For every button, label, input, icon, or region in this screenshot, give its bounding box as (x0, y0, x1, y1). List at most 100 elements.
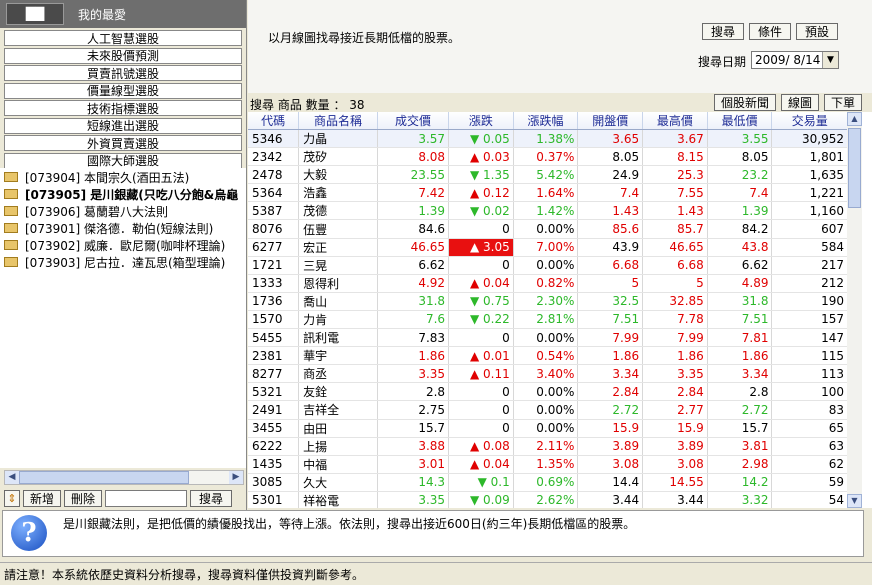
results-buttons: 個股新聞 線圖 下單 (714, 94, 862, 111)
tree-item[interactable]: [073903] 尼古拉．達瓦思(箱型理論) (0, 254, 246, 270)
tree-item[interactable]: [073901] 傑洛德．勒伯(短線法則) (0, 220, 246, 236)
table-row[interactable]: 5321 友銓 2.8 0 0.00% 2.84 2.84 2.8 100 (248, 382, 848, 402)
table-row[interactable]: 5301 祥裕電 3.35 ▼ 0.09 2.62% 3.44 3.44 3.32 54 (248, 491, 848, 508)
condition-button[interactable]: 條件 (749, 23, 791, 40)
change-value: ▼ 0.02 (469, 203, 510, 218)
table-row[interactable]: 2342 茂矽 8.08 ▲ 0.03 0.37% 8.05 8.15 8.05 1,801 (248, 147, 848, 167)
strategy-search-button[interactable]: 搜尋 (190, 489, 232, 507)
table-cell: 7.00% (513, 238, 579, 257)
table-row[interactable]: 2381 華宇 1.86 ▲ 0.01 0.54% 1.86 1.86 1.86 115 (248, 346, 848, 366)
table-cell: 7.42 (377, 183, 450, 203)
table-row[interactable]: 5387 茂德 1.39 ▼ 0.02 1.42% 1.43 1.43 1.39 1,160 (248, 201, 848, 221)
tree-item[interactable]: [073902] 威廉．歐尼爾(咖啡杯理論) (0, 237, 246, 253)
tree-item-label: [073902] 威廉．歐尼爾(咖啡杯理論) (25, 238, 226, 253)
table-vertical-scrollbar[interactable]: ▲ ▼ (847, 112, 862, 508)
scroll-up-arrow-icon[interactable]: ▲ (847, 112, 862, 126)
order-button[interactable]: 下單 (824, 94, 862, 111)
delete-button[interactable]: 刪除 (64, 489, 102, 507)
scroll-left-arrow-icon[interactable]: ◀ (5, 471, 19, 484)
table-row[interactable]: 6222 上揚 3.88 ▲ 0.08 2.11% 3.89 3.89 3.81 63 (248, 437, 848, 456)
category-list: 人工智慧選股 未來股價預測 買賣訊號選股 價量線型選股 技術指標選股 短線進出選股 外資買賣… (0, 28, 246, 169)
category-item[interactable]: 短線進出選股 (4, 117, 242, 134)
table-row[interactable]: 6277 宏正 46.65 ▲ 3.05 7.00% 43.9 46.65 43.8 584 (248, 238, 848, 257)
tab-favorites[interactable]: 我的最愛 (68, 2, 238, 26)
table-scroll-thumb[interactable] (848, 128, 861, 208)
sort-updown-icon[interactable]: ⇕ (4, 489, 20, 507)
tree-item[interactable]: [073905] 是川銀藏(只吃八分飽&烏龜 (0, 186, 246, 202)
table-cell: 訊利電 (298, 328, 378, 348)
table-cell: 0 (448, 382, 514, 402)
tree-item[interactable]: [073904] 本間宗久(酒田五法) (0, 169, 246, 185)
table-row[interactable]: 3455 由田 15.7 0 0.00% 15.9 15.9 15.7 65 (248, 419, 848, 438)
stock-news-button[interactable]: 個股新聞 (714, 94, 776, 111)
table-cell: 0 (448, 219, 514, 239)
left-bottom-toolbar: ⇕ 新增 刪除 搜尋 (4, 489, 244, 507)
tab-stock-selection[interactable]: ██ (6, 3, 64, 25)
tree-item[interactable]: [073906] 葛蘭碧八大法則 (0, 203, 246, 219)
table-cell: 2.84 (642, 382, 708, 402)
change-value: ▼ 0.22 (469, 312, 510, 327)
table-row[interactable]: 2491 吉祥全 2.75 0 0.00% 2.72 2.77 2.72 83 (248, 400, 848, 420)
table-row[interactable]: 1333 恩得利 4.92 ▲ 0.04 0.82% 5 5 4.89 212 (248, 274, 848, 293)
table-cell: 217 (771, 256, 848, 275)
table-cell: 1,801 (771, 147, 848, 167)
table-cell: 0.00% (513, 219, 579, 239)
column-header[interactable]: 交易量 (771, 112, 848, 130)
table-cell: 2342 (248, 147, 300, 167)
column-header[interactable]: 商品名稱 (298, 112, 378, 130)
table-cell: 0.00% (513, 256, 579, 275)
column-header[interactable]: 漲跌幅 (513, 112, 579, 130)
table-cell: 2.81% (513, 310, 579, 330)
table-cell: 1.86 (642, 346, 708, 366)
search-date-select[interactable]: 2009/ 8/14 ▼ (751, 51, 839, 69)
column-header[interactable]: 漲跌 (448, 112, 514, 130)
category-item[interactable]: 技術指標選股 (4, 100, 242, 116)
table-row[interactable]: 1721 三晃 6.62 0 0.00% 6.68 6.68 6.62 217 (248, 256, 848, 275)
category-item[interactable]: 未來股價預測 (4, 47, 242, 64)
category-item[interactable]: 外資買賣選股 (4, 135, 242, 151)
category-item[interactable]: 價量線型選股 (4, 82, 242, 99)
table-cell: 24.9 (577, 165, 644, 185)
table-cell: 2.8 (377, 382, 450, 402)
table-cell: 7.55 (642, 183, 708, 203)
strategy-search-input[interactable] (105, 489, 187, 507)
scroll-thumb[interactable] (19, 471, 189, 484)
column-header[interactable]: 最低價 (707, 112, 773, 130)
table-row[interactable]: 5346 力晶 3.57 ▼ 0.05 1.38% 3.65 3.67 3.55 30,952 (248, 129, 848, 149)
search-button[interactable]: 搜尋 (702, 23, 744, 40)
folder-icon (4, 240, 18, 250)
table-row[interactable]: 1736 喬山 31.8 ▼ 0.75 2.30% 32.5 32.85 31.8 190 (248, 292, 848, 311)
add-button[interactable]: 新增 (23, 489, 61, 507)
column-header[interactable]: 開盤價 (577, 112, 644, 130)
category-item[interactable]: 買賣訊號選股 (4, 65, 242, 81)
table-row[interactable]: 1435 中福 3.01 ▲ 0.04 1.35% 3.08 3.08 2.98 62 (248, 455, 848, 474)
table-row[interactable]: 8076 伍豐 84.6 0 0.00% 85.6 85.7 84.2 607 (248, 219, 848, 239)
chevron-down-icon[interactable]: ▼ (822, 52, 838, 68)
default-button[interactable]: 預設 (796, 23, 838, 40)
table-header: 代碼 商品名稱 成交價 漲跌 漲跌幅 開盤價 最高價 最低價 交易量 (248, 112, 848, 130)
column-header[interactable]: 最高價 (642, 112, 708, 130)
scroll-down-arrow-icon[interactable]: ▼ (847, 494, 862, 508)
table-cell: 157 (771, 310, 848, 330)
table-row[interactable]: 3085 久大 14.3 ▼ 0.1 0.69% 14.4 14.55 14.2 59 (248, 473, 848, 492)
table-row[interactable]: 5455 訊利電 7.83 0 0.00% 7.99 7.99 7.81 147 (248, 328, 848, 348)
table-cell: 31.8 (707, 292, 773, 311)
table-cell: 46.65 (377, 238, 450, 257)
table-cell: 6277 (248, 238, 300, 257)
table-cell: 1.86 (377, 346, 450, 366)
table-row[interactable]: 8277 商丞 3.35 ▲ 0.11 3.40% 3.34 3.35 3.34 113 (248, 364, 848, 384)
tree-horizontal-scrollbar[interactable]: ◀ ▶ (4, 470, 244, 485)
table-row[interactable]: 5364 浩鑫 7.42 ▲ 0.12 1.64% 7.4 7.55 7.4 1,221 (248, 183, 848, 203)
category-item[interactable]: 國際大師選股 (4, 152, 242, 169)
table-cell: 5455 (248, 328, 300, 348)
category-item[interactable]: 人工智慧選股 (4, 30, 242, 46)
table-cell: 1,221 (771, 183, 848, 203)
chart-button[interactable]: 線圖 (781, 94, 819, 111)
table-row[interactable]: 2478 大毅 23.55 ▼ 1.35 5.42% 24.9 25.3 23.2 1,635 (248, 165, 848, 185)
table-cell: 83 (771, 400, 848, 420)
column-header[interactable]: 代碼 (248, 112, 300, 130)
results-table: 代碼 商品名稱 成交價 漲跌 漲跌幅 開盤價 最高價 最低價 交易量 5346 力晶 3.57 ▼ 0… (248, 112, 872, 508)
column-header[interactable]: 成交價 (377, 112, 450, 130)
scroll-right-arrow-icon[interactable]: ▶ (229, 471, 243, 484)
table-row[interactable]: 1570 力肯 7.6 ▼ 0.22 2.81% 7.51 7.78 7.51 157 (248, 310, 848, 330)
